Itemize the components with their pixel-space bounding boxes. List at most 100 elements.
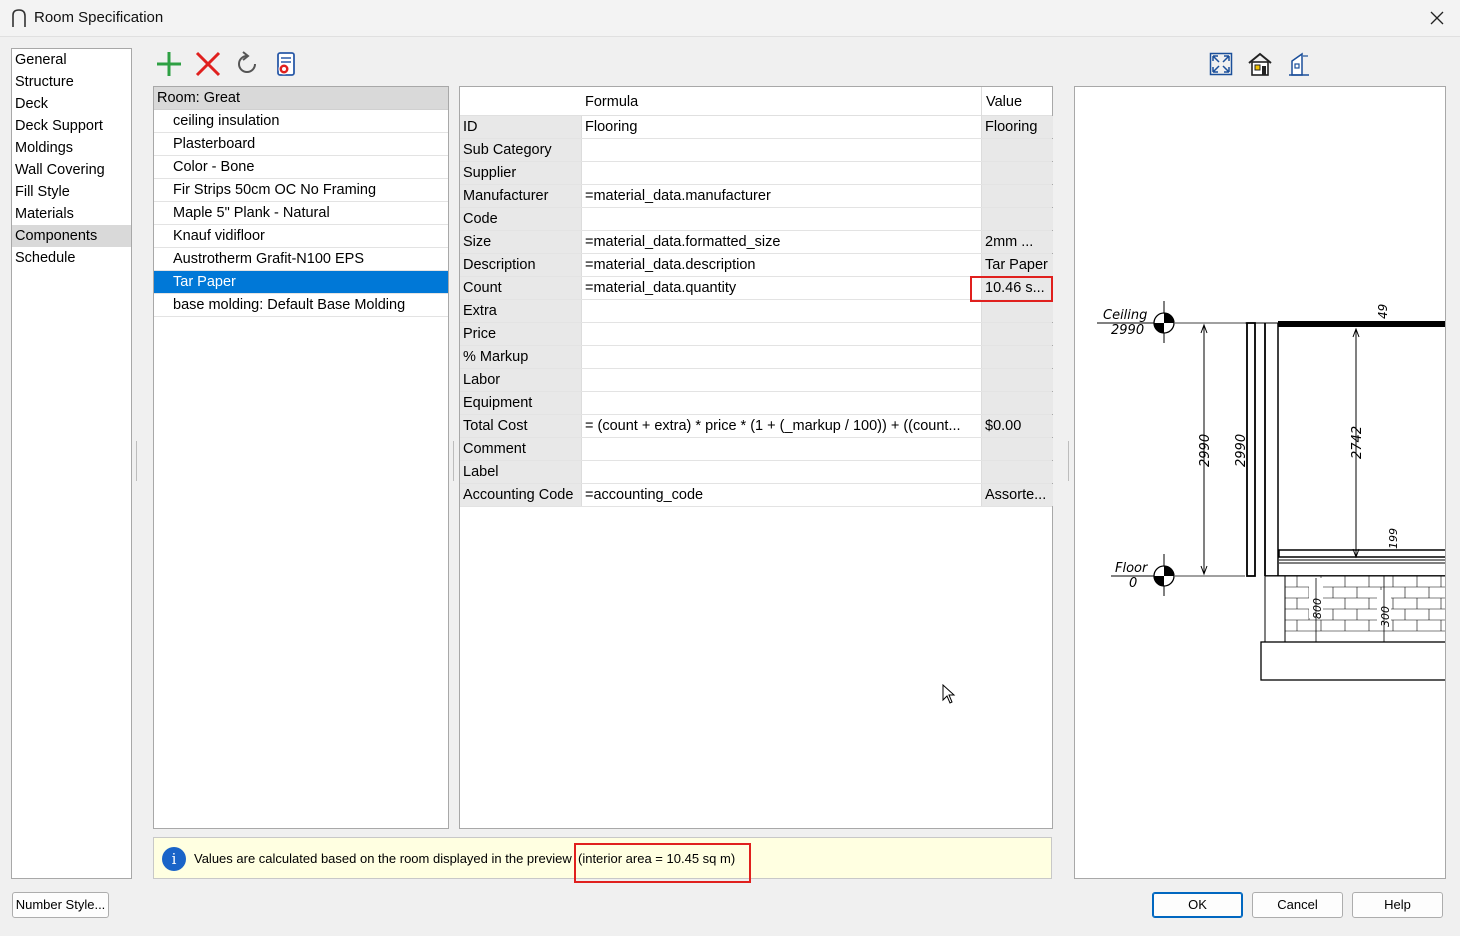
formula-cell[interactable] [581,438,981,460]
nav-item-deck-support[interactable]: Deck Support [12,115,131,137]
formula-cell[interactable] [581,369,981,391]
formula-cell[interactable] [581,208,981,230]
table-row[interactable]: Price [460,323,1053,346]
cancel-button[interactable]: Cancel [1252,892,1343,918]
table-row[interactable]: Sub Category [460,139,1053,162]
formula-cell[interactable] [581,300,981,322]
refresh-icon [238,51,256,73]
elevation-view-button[interactable] [1285,49,1313,79]
property-name-cell: Count [460,277,581,299]
table-row[interactable]: Labor [460,369,1053,392]
close-button[interactable] [1414,0,1460,36]
left-splitter[interactable] [135,441,139,481]
floor-value: 0 [1129,576,1137,591]
formula-cell[interactable] [581,323,981,345]
formula-cell[interactable]: =material_data.formatted_size [581,231,981,253]
dim-foundation-right: 300 [1379,606,1392,627]
middle-splitter[interactable] [452,441,456,481]
3d-view-button[interactable] [1246,49,1274,79]
value-cell: 10.46 s... [981,277,1053,299]
help-button[interactable]: Help [1352,892,1443,918]
value-cell [981,139,1053,161]
list-item[interactable]: ceiling insulation [154,110,448,133]
dim-interior-height: 2742 [1350,426,1365,459]
interior-area-text: (interior area = 10.45 sq m) [578,851,736,866]
section-preview[interactable]: Ceiling 2990 Floor 0 2990 2990 2742 49 1… [1074,86,1446,879]
table-row[interactable]: Label [460,461,1053,484]
list-item[interactable]: Maple 5" Plank - Natural [154,202,448,225]
value-cell: Assorte... [981,484,1053,506]
formula-cell[interactable]: =material_data.manufacturer [581,185,981,207]
formula-cell[interactable] [581,461,981,483]
table-row[interactable]: Size =material_data.formatted_size 2mm ... [460,231,1053,254]
table-row[interactable]: Comment [460,438,1053,461]
dim-left-height: 2990 [1198,434,1213,467]
nav-item-wall-covering[interactable]: Wall Covering [12,159,131,181]
nav-item-fill-style[interactable]: Fill Style [12,181,131,203]
table-row[interactable]: Count =material_data.quantity 10.46 s... [460,277,1053,300]
table-row[interactable]: Supplier [460,162,1053,185]
property-name-cell: Label [460,461,581,483]
formula-column-header: Formula [585,94,639,110]
table-row[interactable]: Total Cost = (count + extra) * price * (1… [460,415,1053,438]
list-item-selected[interactable]: Tar Paper [154,271,448,294]
nav-item-schedule[interactable]: Schedule [12,247,131,269]
formula-cell[interactable]: Flooring [581,116,981,138]
value-cell [981,346,1053,368]
value-cell: 2mm ... [981,231,1053,253]
right-splitter[interactable] [1067,441,1071,481]
room-header[interactable]: Room: Great [154,87,448,110]
list-item[interactable]: Fir Strips 50cm OC No Framing [154,179,448,202]
formula-cell[interactable]: =accounting_code [581,484,981,506]
dim-floor-thickness: 199 [1387,528,1400,549]
nav-item-components[interactable]: Components [12,225,131,247]
formula-cell[interactable]: = (count + extra) * price * (1 + (_marku… [581,415,981,437]
list-item[interactable]: Color - Bone [154,156,448,179]
fill-window-button[interactable] [1207,49,1235,79]
select-material-button[interactable] [270,49,302,79]
property-name-cell: Extra [460,300,581,322]
dialog-client: General Structure Deck Deck Support Mold… [0,36,1460,936]
property-name-cell: Sub Category [460,139,581,161]
list-item[interactable]: Austrotherm Grafit-N100 EPS [154,248,448,271]
ok-button[interactable]: OK [1152,892,1243,918]
number-style-button[interactable]: Number Style... [12,892,109,918]
list-item[interactable]: Plasterboard [154,133,448,156]
table-row[interactable]: Manufacturer =material_data.manufacturer [460,185,1053,208]
nav-item-deck[interactable]: Deck [12,93,131,115]
properties-grid: Formula Value ID Flooring Flooring Sub Cate… [459,86,1053,829]
table-row[interactable]: Accounting Code =accounting_code Assorte..… [460,484,1053,507]
formula-cell[interactable] [581,392,981,414]
nav-item-moldings[interactable]: Moldings [12,137,131,159]
title-bar: Room Specification [0,0,1460,36]
table-row[interactable]: Extra [460,300,1053,323]
table-row[interactable]: Equipment [460,392,1053,415]
plus-icon [157,52,181,76]
add-component-button[interactable] [153,49,185,79]
formula-cell[interactable]: =material_data.quantity [581,277,981,299]
table-row[interactable]: % Markup [460,346,1053,369]
formula-cell[interactable]: =material_data.description [581,254,981,276]
value-column-header: Value [981,87,1053,116]
table-row[interactable]: Description =material_data.description Tar… [460,254,1053,277]
delete-x-icon [195,51,221,77]
delete-component-button[interactable] [192,49,224,79]
dim-wall-height: 2990 [1234,434,1249,467]
value-cell [981,461,1053,483]
reset-button[interactable] [231,49,263,79]
formula-cell[interactable] [581,139,981,161]
app-icon [10,8,28,28]
formula-cell[interactable] [581,162,981,184]
nav-item-general[interactable]: General [12,49,131,71]
info-bar: i Values are calculated based on the roo… [153,837,1052,879]
value-cell: Flooring [981,116,1053,138]
nav-item-structure[interactable]: Structure [12,71,131,93]
formula-cell[interactable] [581,346,981,368]
nav-item-materials[interactable]: Materials [12,203,131,225]
table-row[interactable]: ID Flooring Flooring [460,116,1053,139]
value-cell [981,392,1053,414]
table-row[interactable]: Code [460,208,1053,231]
list-item[interactable]: base molding: Default Base Molding [154,294,448,317]
list-item[interactable]: Knauf vidifloor [154,225,448,248]
material-library-icon [277,52,295,76]
